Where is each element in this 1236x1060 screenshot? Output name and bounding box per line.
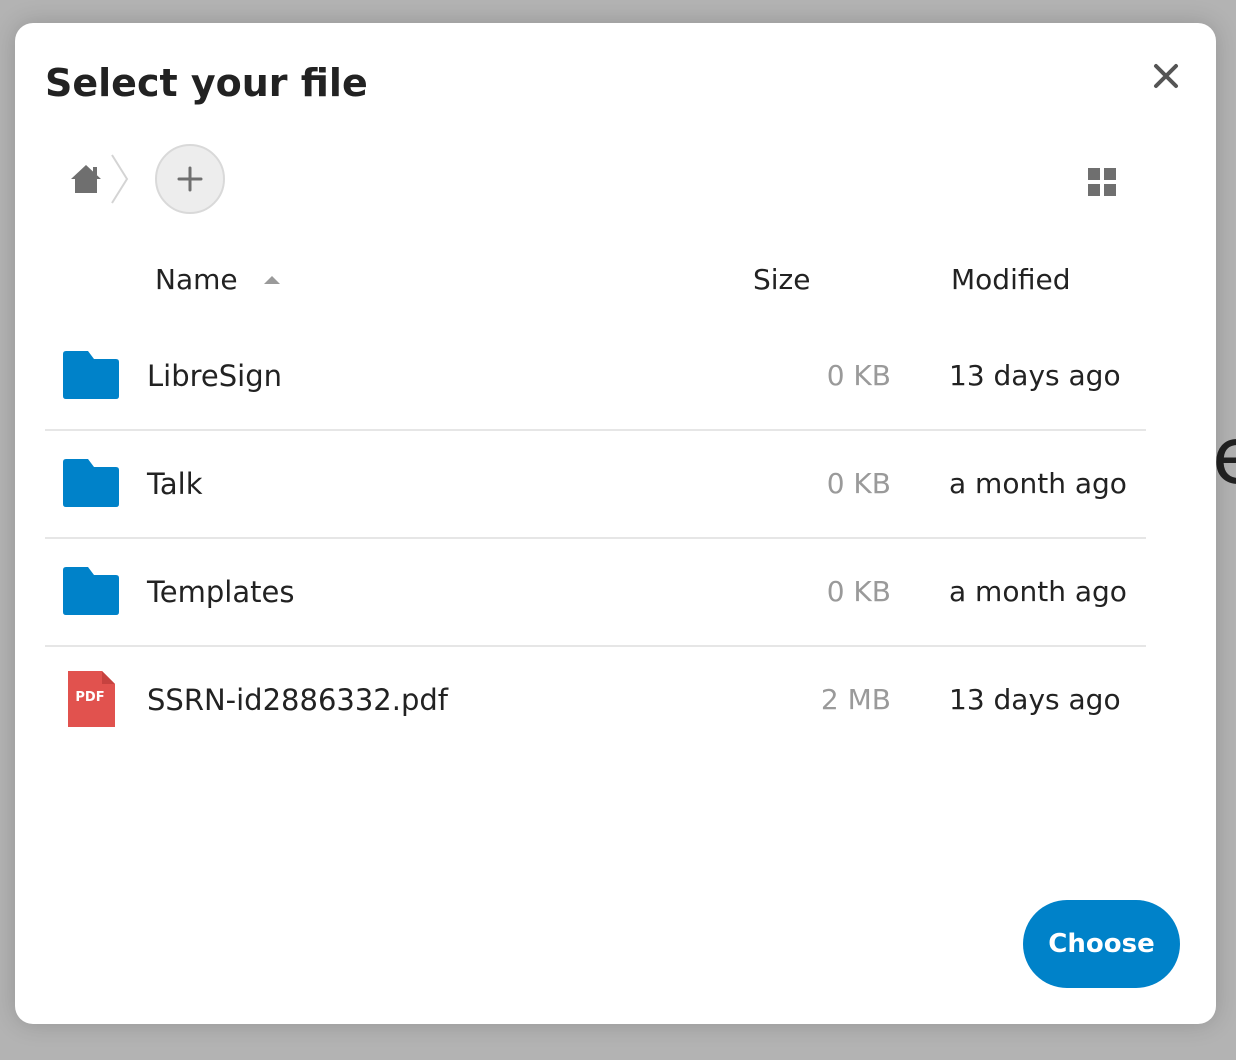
pdf-file-icon: PDF [61, 669, 121, 729]
file-name: LibreSign [147, 359, 283, 393]
file-row-librsign[interactable]: LibreSign 0 KB 13 days ago [45, 323, 1146, 431]
file-name: SSRN-id2886332.pdf [147, 683, 448, 717]
file-size: 0 KB [826, 359, 891, 392]
home-button[interactable] [63, 156, 109, 202]
file-list-header: Name Size Modified [45, 257, 1146, 307]
file-name: Templates [147, 575, 295, 609]
pdf-badge-label: PDF [75, 690, 104, 705]
file-size: 0 KB [826, 575, 891, 608]
file-size: 2 MB [820, 683, 891, 716]
file-picker-dialog: Select your file Name Size Modified Libr… [15, 23, 1216, 1024]
breadcrumb-separator-icon [111, 154, 129, 204]
new-button[interactable] [155, 144, 225, 214]
folder-icon [61, 453, 121, 513]
dialog-title: Select your file [45, 61, 368, 105]
file-modified: a month ago [949, 467, 1127, 500]
close-button[interactable] [1143, 53, 1189, 99]
plus-icon [177, 166, 203, 192]
file-row-talk[interactable]: Talk 0 KB a month ago [45, 431, 1146, 539]
file-modified: 13 days ago [949, 683, 1121, 716]
file-modified: a month ago [949, 575, 1127, 608]
column-header-size[interactable]: Size [753, 263, 810, 296]
file-list: LibreSign 0 KB 13 days ago Talk 0 KB a m… [45, 323, 1146, 753]
close-icon [1154, 64, 1178, 88]
breadcrumb [63, 143, 225, 215]
folder-icon [61, 561, 121, 621]
file-modified: 13 days ago [949, 359, 1121, 392]
file-size: 0 KB [826, 467, 891, 500]
sort-ascending-icon [263, 275, 280, 284]
view-toggle-button[interactable] [1083, 163, 1121, 201]
column-header-name[interactable]: Name [155, 263, 280, 296]
column-name-label: Name [155, 263, 238, 296]
home-icon [71, 165, 101, 193]
choose-button[interactable]: Choose [1023, 900, 1180, 988]
file-row-pdf[interactable]: PDF SSRN-id2886332.pdf 2 MB 13 days ago [45, 647, 1146, 753]
file-row-templates[interactable]: Templates 0 KB a month ago [45, 539, 1146, 647]
folder-icon [61, 345, 121, 405]
grid-view-icon [1088, 168, 1116, 196]
column-header-modified[interactable]: Modified [951, 263, 1070, 296]
file-name: Talk [147, 467, 203, 501]
